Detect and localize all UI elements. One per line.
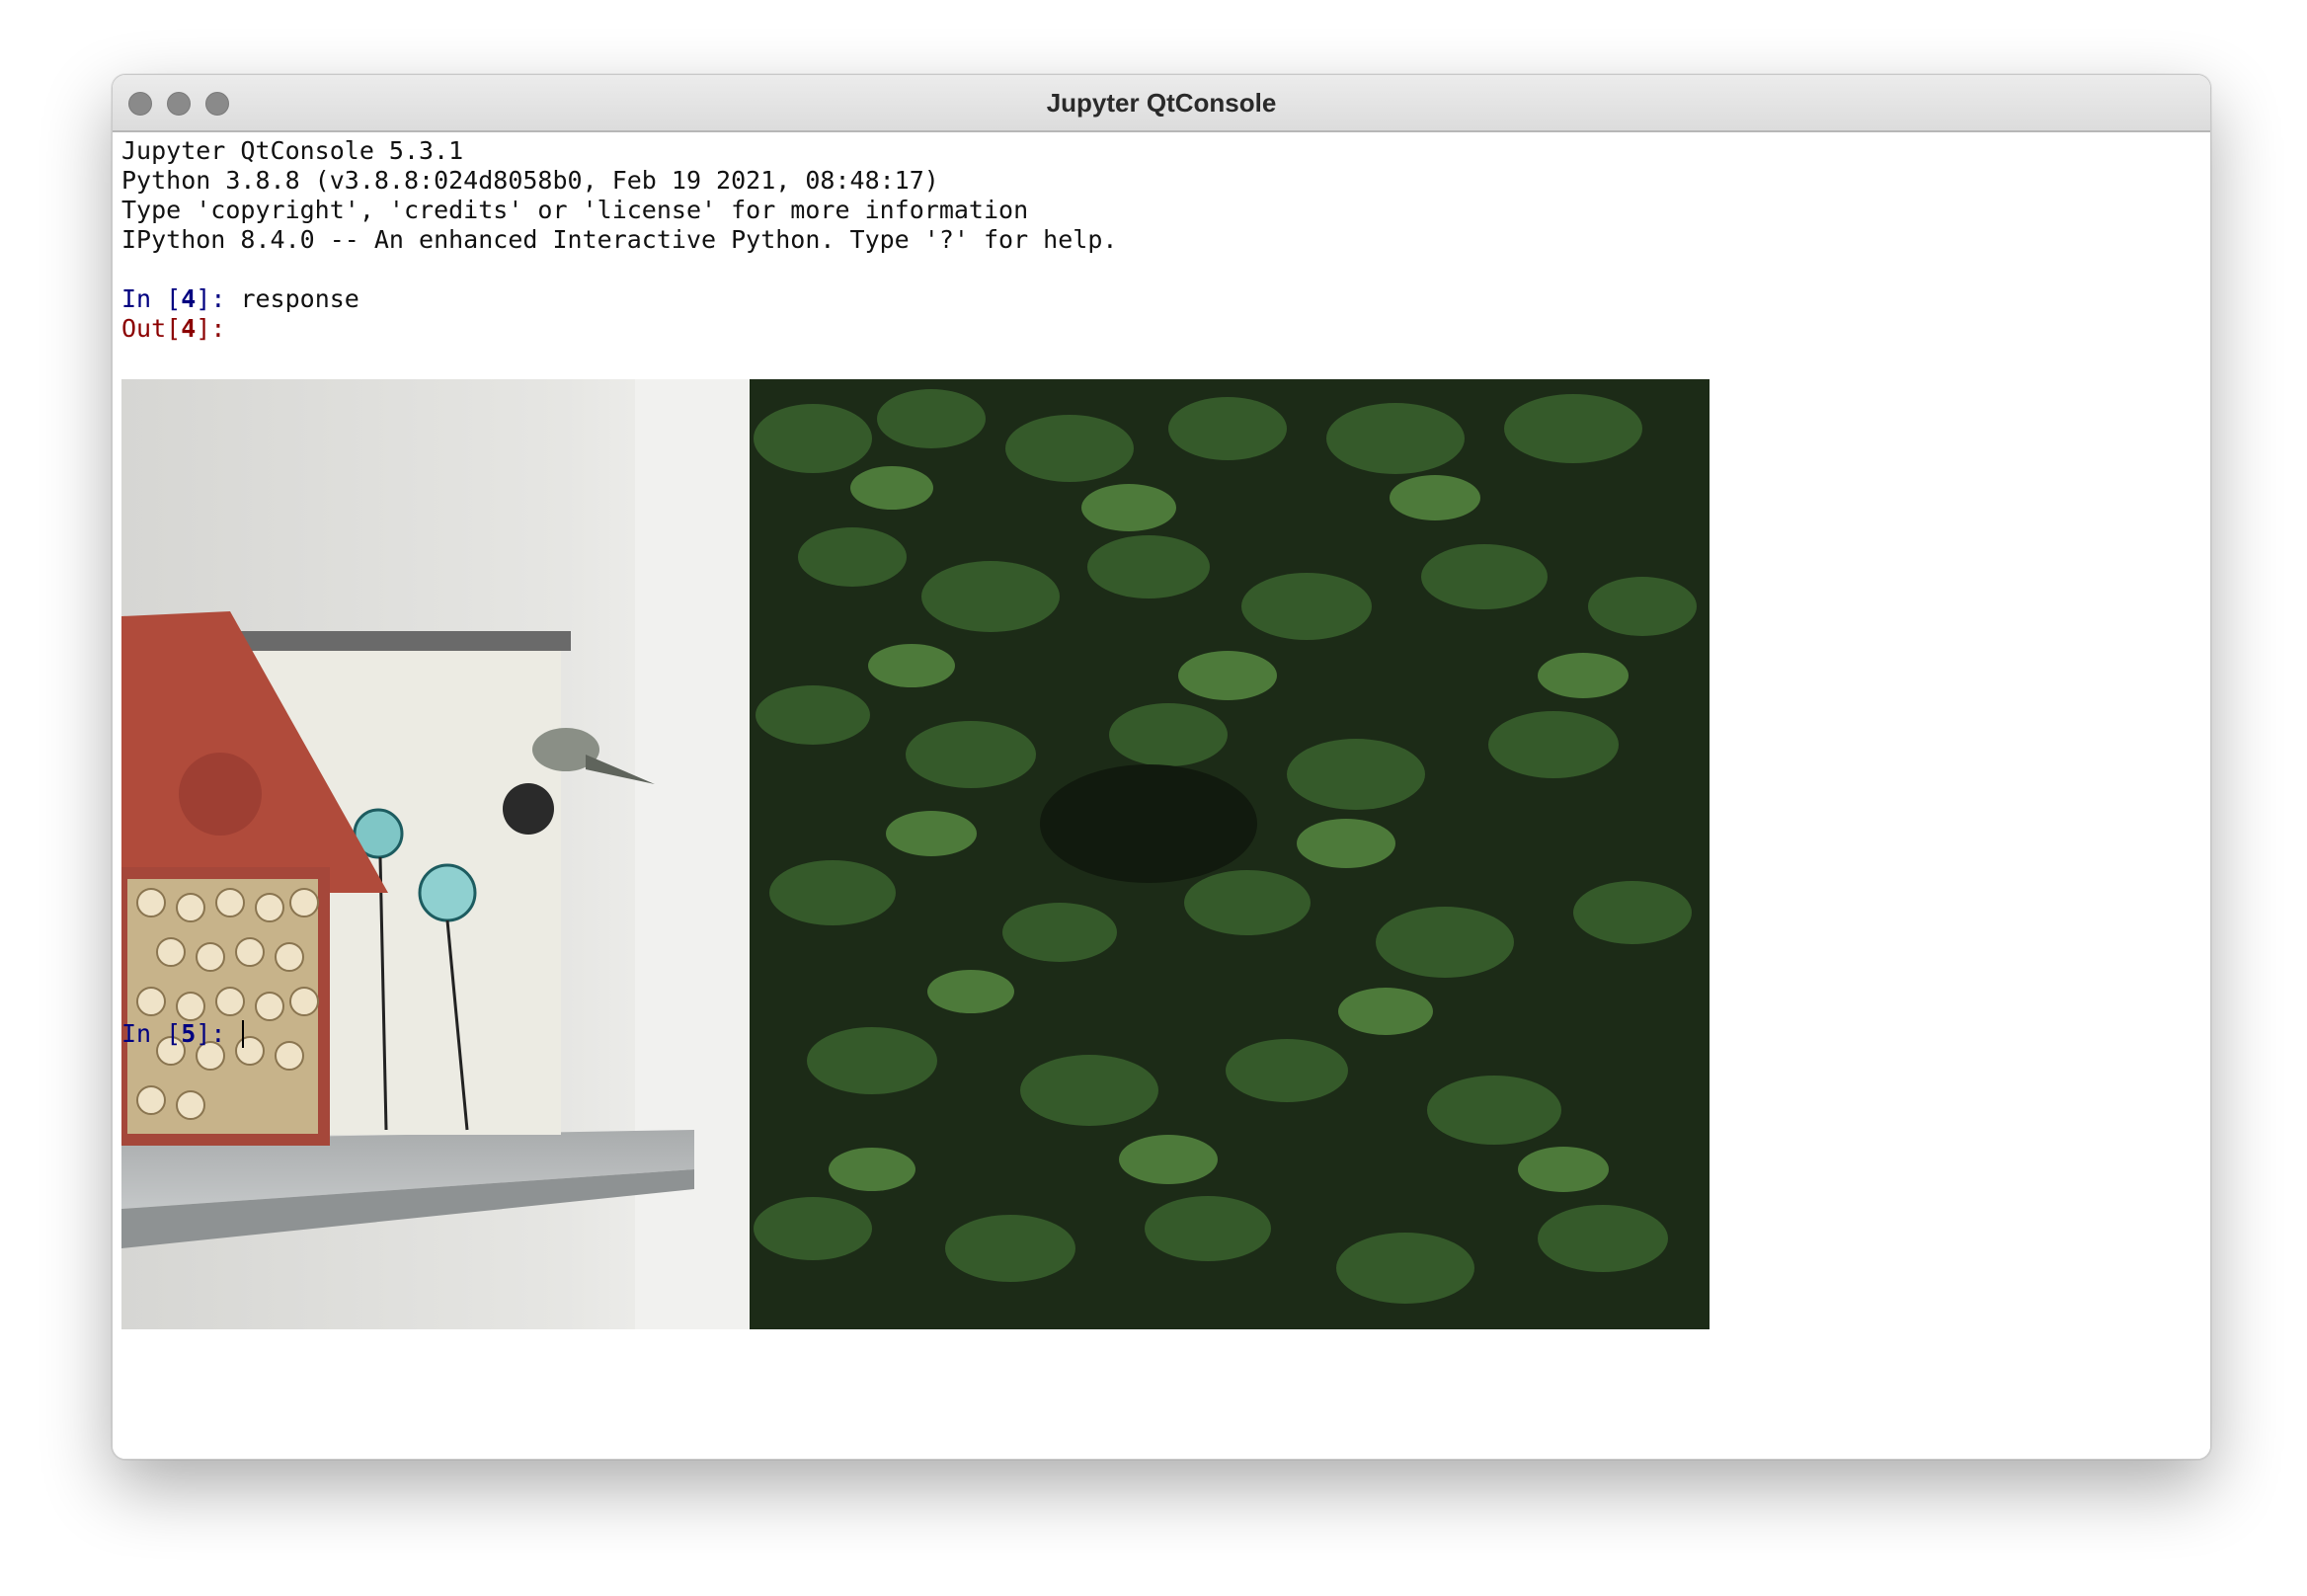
- next-prompt-suffix: ]:: [196, 1019, 241, 1048]
- out-prompt-number: 4: [181, 314, 197, 343]
- bird-house-hedge-photo: [121, 379, 1710, 1329]
- in-prompt-prefix: In [: [121, 284, 182, 313]
- output-image: [121, 379, 1710, 1329]
- input-cell-4: In [4]: response: [121, 284, 359, 314]
- input-code[interactable]: response: [240, 284, 358, 313]
- in-prompt-suffix: ]:: [196, 284, 241, 313]
- next-prompt-number: 5: [181, 1019, 197, 1048]
- in-prompt-number: 4: [181, 284, 197, 313]
- input-cell-5[interactable]: In [5]:: [121, 1019, 245, 1049]
- console-area[interactable]: Jupyter QtConsole 5.3.1 Python 3.8.8 (v3…: [113, 132, 2210, 1459]
- banner-line-ipython: IPython 8.4.0 -- An enhanced Interactive…: [121, 225, 1118, 254]
- output-cell-4: Out[4]:: [121, 314, 225, 344]
- out-prompt-suffix: ]:: [196, 314, 226, 343]
- window-title: Jupyter QtConsole: [1046, 88, 1277, 118]
- banner-line-version: Jupyter QtConsole 5.3.1: [121, 136, 464, 165]
- text-cursor: [242, 1020, 245, 1048]
- qtconsole-window: Jupyter QtConsole Jupyter QtConsole 5.3.…: [112, 74, 2211, 1460]
- out-prompt-prefix: Out[: [121, 314, 182, 343]
- banner-line-python: Python 3.8.8 (v3.8.8:024d8058b0, Feb 19 …: [121, 166, 939, 195]
- banner-line-info: Type 'copyright', 'credits' or 'license'…: [121, 196, 1029, 224]
- next-prompt-prefix: In [: [121, 1019, 182, 1048]
- title-bar[interactable]: Jupyter QtConsole: [113, 75, 2210, 132]
